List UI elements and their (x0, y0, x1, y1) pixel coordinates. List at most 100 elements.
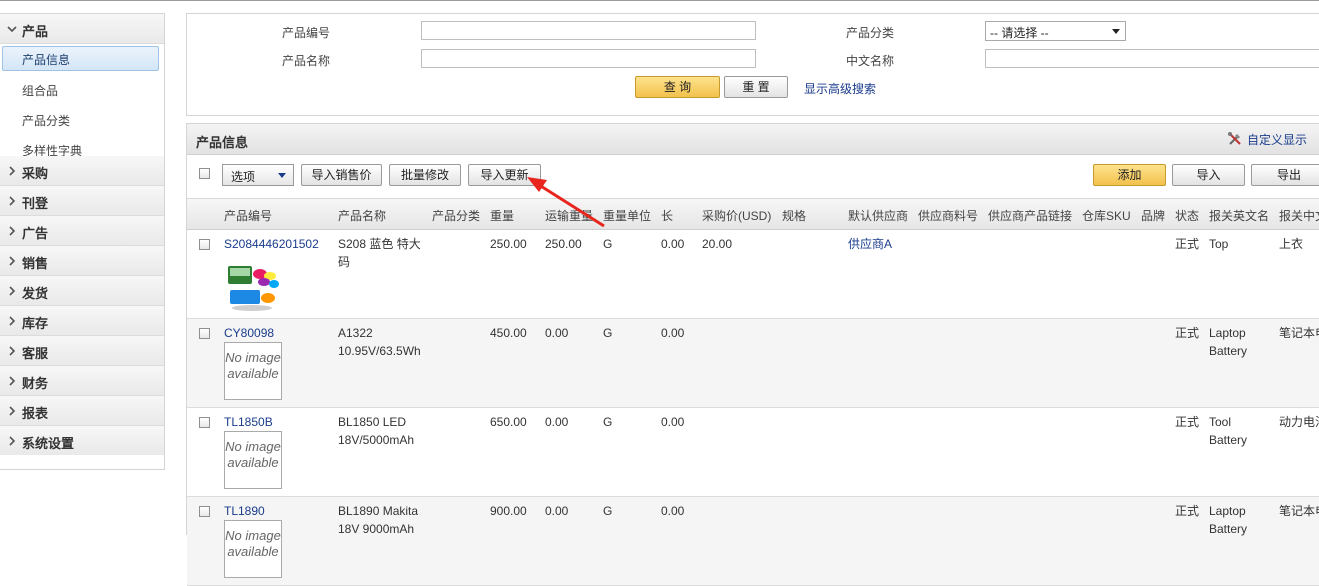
options-select[interactable]: 选项 (222, 164, 294, 186)
options-select-label: 选项 (231, 170, 256, 184)
col-header-supplier-part-no[interactable]: 供应商料号 (918, 207, 978, 224)
advanced-search-link[interactable]: 显示高级搜索 (804, 80, 876, 97)
sidebar-group-finance[interactable]: 财务 (0, 366, 164, 396)
product-photo (228, 266, 279, 311)
sidebar-group-service[interactable]: 客服 (0, 336, 164, 366)
export-button[interactable]: 导出 (1251, 164, 1319, 186)
row-sku-link[interactable]: S2084446201502 (224, 235, 319, 253)
chevron-right-icon (9, 406, 16, 416)
sidebar-item-category[interactable]: 产品分类 (0, 104, 164, 134)
table-row[interactable]: TL1850B No image available BL1850 LED 18… (187, 408, 1319, 497)
sidebar-item-bundle[interactable]: 组合品 (0, 74, 164, 104)
col-header-customs-cn-name[interactable]: 报关中文名 (1279, 207, 1319, 224)
category-label: 产品分类 (846, 26, 895, 40)
col-header-category[interactable]: 产品分类 (432, 207, 480, 224)
row-weight-unit: G (603, 326, 613, 340)
col-header-purchase-price[interactable]: 采购价(USD) (702, 207, 771, 224)
row-sku-link[interactable]: TL1850B (224, 413, 273, 431)
table-header: 产品编号 产品名称 产品分类 重量 运输重量 重量单位 长 采购价(USD) 规… (187, 199, 1319, 230)
row-checkbox[interactable] (199, 506, 210, 517)
row-customs-en-name: Laptop Battery (1209, 326, 1248, 358)
no-image-placeholder: No image available (224, 342, 282, 400)
col-header-sku[interactable]: 产品编号 (224, 207, 272, 224)
row-weight-unit: G (603, 415, 613, 429)
col-header-name[interactable]: 产品名称 (338, 207, 386, 224)
sidebar-group-sales[interactable]: 销售 (0, 246, 164, 276)
top-border (0, 0, 1319, 1)
import-update-button[interactable]: 导入更新 (468, 164, 541, 186)
sidebar-group-settings[interactable]: 系统设置 (0, 426, 164, 455)
sidebar-group-ads[interactable]: 广告 (0, 216, 164, 246)
sidebar-group-reports[interactable]: 报表 (0, 396, 164, 426)
sidebar-item-product-info[interactable]: 产品信息 (0, 44, 164, 74)
import-sales-price-button[interactable]: 导入销售价 (301, 164, 382, 186)
table-row[interactable]: S2084446201502 S208 蓝色 特大码 250.00 250.00… (187, 230, 1319, 319)
col-header-spec[interactable]: 规格 (782, 207, 806, 224)
sidebar-group-label: 系统设置 (22, 436, 75, 451)
row-length: 0.00 (661, 504, 685, 518)
row-checkbox[interactable] (199, 239, 210, 250)
sidebar-group-label: 客服 (22, 346, 49, 361)
add-button[interactable]: 添加 (1093, 164, 1166, 186)
col-header-brand[interactable]: 品牌 (1141, 207, 1165, 224)
sidebar-group-listing[interactable]: 刊登 (0, 186, 164, 216)
row-sku-link[interactable]: TL1890 (224, 502, 265, 520)
row-weight: 900.00 (490, 504, 527, 518)
sidebar-group-label: 报表 (22, 406, 49, 421)
row-customs-cn-name: 上衣 (1279, 237, 1304, 251)
chevron-right-icon (9, 166, 16, 176)
row-weight: 650.00 (490, 415, 527, 429)
row-checkbox[interactable] (199, 417, 210, 428)
cn-name-label: 中文名称 (846, 54, 895, 68)
select-all-checkbox[interactable] (199, 168, 210, 179)
col-header-weight-unit[interactable]: 重量单位 (603, 207, 651, 224)
row-customs-cn-name: 笔记本电池 (1279, 326, 1319, 340)
import-button[interactable]: 导入 (1172, 164, 1245, 186)
reset-button[interactable]: 重 置 (724, 76, 788, 98)
col-header-customs-en-name[interactable]: 报关英文名 (1209, 207, 1269, 224)
product-name-input[interactable] (421, 49, 756, 68)
cn-name-input[interactable] (985, 49, 1319, 68)
chevron-right-icon (9, 316, 16, 326)
col-header-length[interactable]: 长 (661, 207, 673, 224)
query-button[interactable]: 查 询 (635, 76, 720, 98)
chevron-down-icon (7, 26, 17, 33)
row-product-name: BL1850 LED 18V/5000mAh (338, 415, 415, 447)
sidebar-group-product[interactable]: 产品 (0, 14, 164, 44)
col-header-ship-weight[interactable]: 运输重量 (545, 207, 593, 224)
row-status: 正式 (1175, 237, 1200, 251)
panel-title: 产品信息 (196, 135, 249, 150)
row-status: 正式 (1175, 326, 1200, 340)
row-length: 0.00 (661, 237, 685, 251)
table-row[interactable]: TL1890 No image available BL1890 Makita … (187, 497, 1319, 586)
col-header-warehouse-sku[interactable]: 仓库SKU (1082, 207, 1131, 224)
row-supplier-link[interactable]: 供应商A (848, 235, 892, 253)
row-checkbox[interactable] (199, 328, 210, 339)
sidebar-group-inventory[interactable]: 库存 (0, 306, 164, 336)
col-header-default-supplier[interactable]: 默认供应商 (848, 207, 908, 224)
customize-display-link[interactable]: 自定义显示 (1228, 131, 1307, 148)
row-weight: 450.00 (490, 326, 527, 340)
col-header-status[interactable]: 状态 (1175, 207, 1199, 224)
sidebar-group-purchase[interactable]: 采购 (0, 156, 164, 186)
sidebar-group-label: 产品 (22, 24, 49, 39)
sidebar-item-variant-dict[interactable]: 多样性字典 (0, 134, 164, 158)
panel-header: 产品信息 自定义显示 (187, 124, 1319, 155)
table-row[interactable]: CY80098 No image available A1322 10.95V/… (187, 319, 1319, 408)
category-select[interactable]: -- 请选择 -- (985, 21, 1126, 41)
no-image-placeholder: No image available (224, 431, 282, 489)
chevron-right-icon (9, 256, 16, 266)
col-header-supplier-link[interactable]: 供应商产品链接 (988, 207, 1072, 224)
product-code-input[interactable] (421, 21, 756, 40)
chevron-right-icon (9, 196, 16, 206)
col-header-weight[interactable]: 重量 (490, 207, 514, 224)
sidebar-item-label: 产品信息 (22, 53, 71, 67)
sidebar-item-label: 产品分类 (22, 114, 71, 128)
product-code-label: 产品编号 (282, 26, 331, 40)
sidebar-group-shipping[interactable]: 发货 (0, 276, 164, 306)
row-sku-link[interactable]: CY80098 (224, 324, 274, 342)
search-panel: 产品编号 产品名称 产品分类 -- 请选择 -- 中文名称 查 询 重 置 显示… (186, 13, 1319, 116)
tools-icon (1228, 132, 1241, 145)
row-length: 0.00 (661, 326, 685, 340)
batch-edit-button[interactable]: 批量修改 (389, 164, 461, 186)
